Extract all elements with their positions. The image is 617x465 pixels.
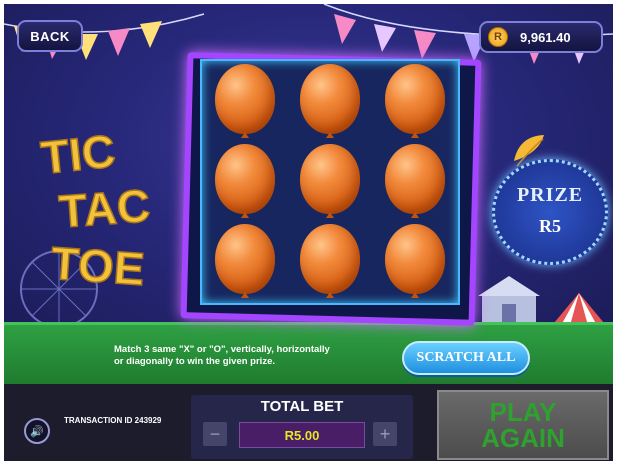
scratch-cell[interactable]	[373, 222, 458, 302]
back-button[interactable]: BACK	[17, 20, 83, 52]
total-bet-panel: TOTAL BET − R5.00 +	[191, 395, 413, 459]
balloon-icon	[215, 224, 275, 294]
scratch-cell[interactable]	[373, 62, 458, 142]
sound-toggle-button[interactable]: 🔊	[24, 418, 50, 444]
instructions-text: Match 3 same "X" or "O", vertically, hor…	[114, 344, 394, 368]
instructions-line-2: or diagonally to win the given prize.	[114, 356, 275, 367]
scratch-cell[interactable]	[288, 222, 373, 302]
balloon-icon	[385, 224, 445, 294]
prize-badge: PRIZE R5	[492, 159, 608, 265]
scratch-cell[interactable]	[373, 142, 458, 222]
title-line-1: TIC	[38, 124, 117, 183]
game-title-logo: TIC TAC TOE	[38, 124, 153, 296]
total-bet-label: TOTAL BET	[260, 398, 344, 415]
title-line-2: TAC	[57, 179, 152, 237]
carnival-castle-icon	[478, 276, 540, 324]
scratch-cell[interactable]	[203, 62, 288, 142]
title-line-3: TOE	[49, 237, 146, 295]
scratch-cell[interactable]	[288, 142, 373, 222]
decrease-bet-button[interactable]: −	[203, 422, 227, 446]
scratch-cell[interactable]	[203, 142, 288, 222]
increase-bet-button[interactable]: +	[373, 422, 397, 446]
balance-display: R 9,961.40	[479, 21, 603, 53]
play-again-line-1: PLAY	[489, 397, 557, 427]
scratch-board	[200, 59, 460, 305]
balloon-icon	[385, 64, 445, 134]
balloon-icon	[215, 144, 275, 214]
plus-icon: +	[379, 423, 391, 444]
scratch-all-button[interactable]: SCRATCH ALL	[402, 341, 530, 375]
scratch-all-label: SCRATCH ALL	[416, 350, 516, 365]
balloon-icon	[385, 144, 445, 214]
balance-value: 9,961.40	[520, 29, 571, 45]
scratch-cell[interactable]	[203, 222, 288, 302]
total-bet-value: R5.00	[239, 422, 365, 448]
balloon-icon	[215, 64, 275, 134]
rand-coin-icon: R	[488, 27, 508, 47]
minus-icon: −	[209, 423, 221, 444]
balloon-icon	[300, 224, 360, 294]
instructions-line-1: Match 3 same "X" or "O", vertically, hor…	[114, 344, 330, 355]
scratch-grid	[202, 61, 458, 303]
speaker-icon: 🔊	[30, 425, 44, 438]
play-again-button[interactable]: PLAY AGAIN	[437, 390, 609, 460]
balloon-icon	[300, 64, 360, 134]
back-button-label: BACK	[30, 28, 70, 44]
prize-value: R5	[539, 216, 561, 236]
transaction-id: TRANSACTION ID 243929	[64, 416, 162, 425]
prize-label: PRIZE	[516, 184, 584, 206]
scratch-cell[interactable]	[288, 62, 373, 142]
play-again-line-2: AGAIN	[481, 423, 565, 453]
game-screen: BACK R 9,961.40 TIC TAC TOE PRIZE R5 Mat…	[4, 4, 613, 461]
balloon-icon	[300, 144, 360, 214]
